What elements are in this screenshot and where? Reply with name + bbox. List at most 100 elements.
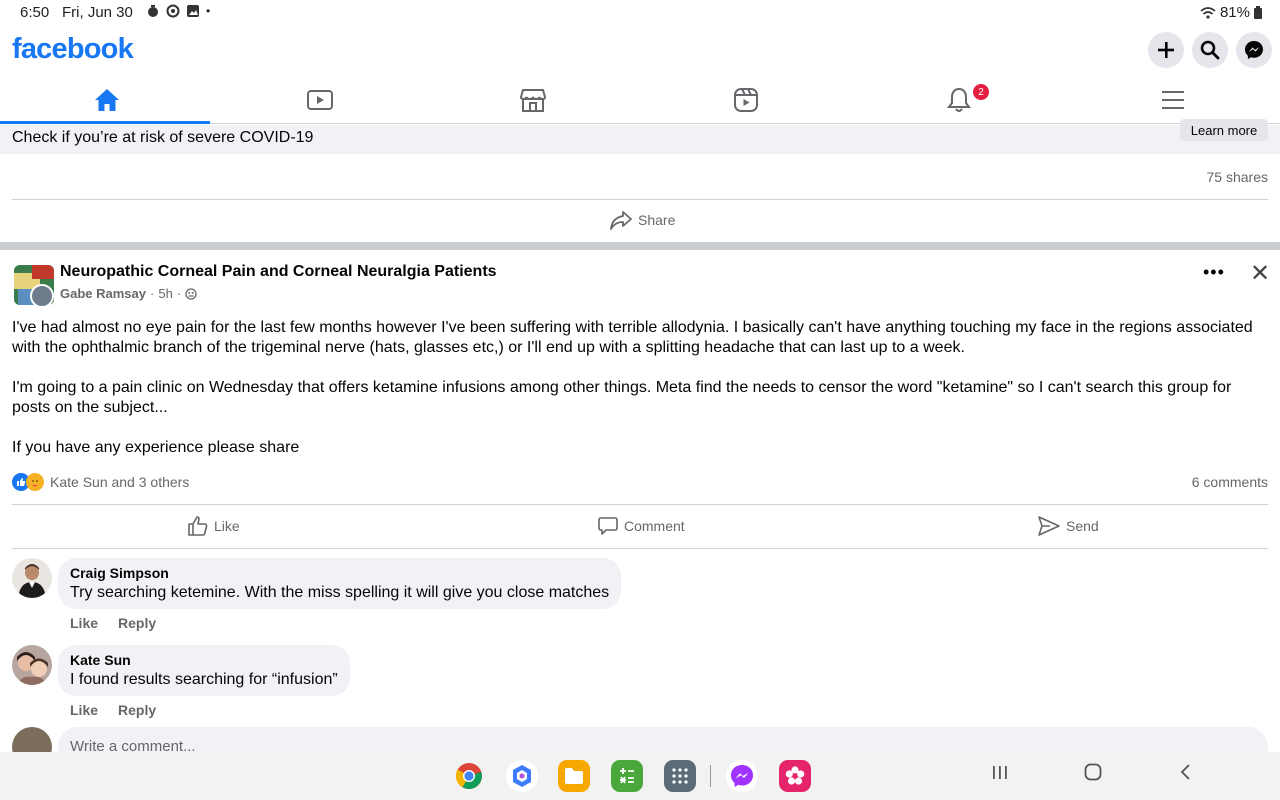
copilot-icon [513,765,531,787]
tab-notifications[interactable]: 2 [852,76,1065,124]
hide-post-button[interactable]: ✕ [1250,259,1270,288]
back-button[interactable] [1176,762,1196,788]
home-button[interactable] [1083,762,1103,788]
shares-count[interactable]: 75 shares [1207,169,1268,185]
like-button[interactable]: Like [188,516,240,536]
bell-icon [946,87,971,112]
comment-label: Comment [624,518,685,534]
messenger-button[interactable] [1236,32,1272,68]
recent-apps-button[interactable] [990,762,1010,788]
video-icon [306,90,333,110]
reels-icon [733,88,758,112]
battery-percent: 81% [1219,4,1250,21]
comment-text: Try searching ketemine. With the miss sp… [70,584,610,601]
commenter-photo [12,645,52,685]
author-avatar[interactable] [30,284,54,308]
post-separator [0,242,1280,250]
chrome-app-icon[interactable] [453,760,485,792]
commenter-photo [12,558,52,598]
comment-like-button[interactable]: Like [70,615,98,631]
active-tab-indicator [0,121,210,124]
comment-button[interactable]: Comment [598,516,685,536]
divider [12,504,1268,505]
recents-icon [993,766,1007,779]
share-label: Share [638,212,676,228]
comment-text: I found results searching for “infusion” [70,671,338,688]
reaction-summary[interactable]: Kate Sun and 3 others [12,473,189,491]
copilot-app-icon[interactable] [506,760,538,792]
divider [12,199,1268,200]
tab-home[interactable] [0,76,213,124]
comment-author[interactable]: Craig Simpson [70,565,609,581]
learn-more-button[interactable]: Learn more [1180,119,1268,141]
post-body: I've had almost no eye pain for the last… [12,318,1268,478]
marketplace-icon [519,89,546,112]
comment-actions: Like Reply [70,615,156,631]
thumbs-up-icon [188,516,208,536]
like-label: Like [214,518,240,534]
chrome-icon [455,763,482,790]
calculator-icon [620,768,634,784]
timer-icon [148,5,158,17]
tab-marketplace[interactable] [426,76,639,124]
comment-icon [598,517,618,535]
main-nav: 2 [0,76,1280,124]
post-paragraph: I'm going to a pain clinic on Wednesday … [12,379,1232,416]
author-name[interactable]: Gabe Ramsay [60,286,146,301]
files-app-icon[interactable] [558,760,590,792]
group-name[interactable]: Neuropathic Corneal Pain and Corneal Neu… [60,263,497,281]
care-reaction-icon [26,473,44,491]
notification-badge: 2 [973,84,989,100]
home-circle-icon [1084,763,1102,781]
comment-reply-button[interactable]: Reply [118,615,156,631]
calculator-app-icon[interactable] [611,760,643,792]
group-privacy-icon [185,287,197,300]
comment-reply-button[interactable]: Reply [118,702,156,718]
flower-app-icon[interactable] [779,760,811,792]
share-icon [610,211,632,230]
messenger-icon [1245,41,1263,59]
tab-reels[interactable] [639,76,852,124]
status-bar: 6:50 Fri, Jun 30 • 81% [0,0,1280,26]
back-chevron-icon [1180,764,1190,780]
send-icon [1038,516,1060,536]
search-button[interactable] [1192,32,1228,68]
wifi-icon [1200,6,1216,19]
flower-icon [785,766,805,785]
meta-separator: · [150,286,155,301]
status-time: 6:50 [20,4,50,21]
create-button[interactable] [1148,32,1184,68]
commenter-avatar[interactable] [12,558,52,598]
comment-author[interactable]: Kate Sun [70,652,338,668]
app-drawer-button[interactable] [664,760,696,792]
sync-icon [166,4,180,18]
share-button[interactable]: Share [610,210,675,230]
messenger-app-glyph [731,765,753,787]
post-options-button[interactable]: ••• [1203,262,1225,283]
post-time[interactable]: 5h [158,286,172,301]
facebook-logo[interactable]: facebook [12,33,134,66]
grid-icon [672,768,688,784]
search-icon [1200,40,1220,60]
commenter-avatar[interactable] [12,645,52,685]
hamburger-menu-icon [1161,91,1184,109]
comment-like-button[interactable]: Like [70,702,98,718]
status-notification-icons: • [146,4,210,18]
comment-bubble: Kate Sun I found results searching for “… [58,645,350,696]
send-button[interactable]: Send [1038,516,1099,536]
covid-banner-title: Check if you’re at risk of severe COVID-… [12,129,314,146]
home-icon [94,89,119,111]
status-dot: • [206,4,211,18]
messenger-app-icon[interactable] [726,760,758,792]
comment-bubble: Craig Simpson Try searching ketemine. Wi… [58,558,622,609]
battery-icon [1254,6,1262,19]
status-date: Fri, Jun 30 [62,4,133,21]
post-meta: Gabe Ramsay · 5h · [60,286,197,301]
reaction-names: Kate Sun and 3 others [50,474,190,490]
gallery-icon [187,5,199,17]
tab-video[interactable] [213,76,426,124]
comment-actions: Like Reply [70,702,156,718]
tab-menu[interactable] [1066,76,1279,124]
comments-count[interactable]: 6 comments [1192,474,1268,490]
covid-info-banner[interactable]: Check if you’re at risk of severe COVID-… [0,119,1280,154]
